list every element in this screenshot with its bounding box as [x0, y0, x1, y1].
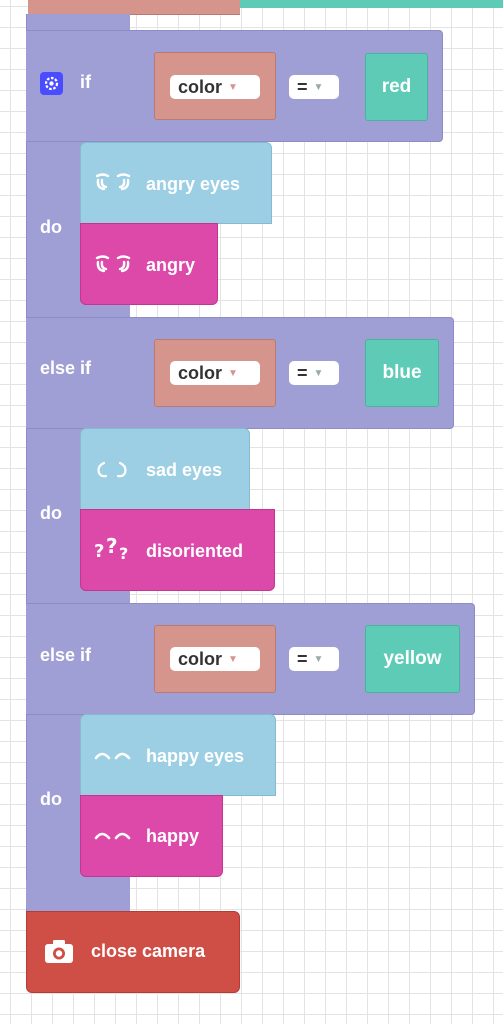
mood-label-1: angry: [146, 255, 196, 275]
operator-label-2: =: [297, 362, 308, 383]
dropdown-arrow-icon: ▼: [313, 367, 324, 379]
sad-eyes-icon: [94, 460, 132, 485]
operator-dropdown-2[interactable]: = ▼: [289, 361, 339, 385]
dropdown-arrow-icon: ▼: [228, 81, 238, 93]
if-block-bottom-bar: [26, 880, 130, 912]
svg-text:?: ?: [94, 541, 104, 562]
dropdown-arrow-icon: ▼: [313, 81, 324, 93]
dropdown-arrow-icon: ▼: [228, 653, 238, 665]
gear-icon[interactable]: [40, 72, 63, 95]
color-value-block-1[interactable]: red: [365, 53, 428, 121]
operator-label-1: =: [297, 76, 308, 97]
previous-block-edge: [28, 0, 240, 15]
operator-dropdown-1[interactable]: = ▼: [289, 75, 339, 99]
svg-text:?: ?: [106, 537, 118, 558]
mood-label-3: happy: [146, 826, 200, 846]
color-value-block-3[interactable]: yellow: [365, 625, 460, 693]
compare-left-dropdown-1[interactable]: color ▼: [170, 75, 260, 99]
eyes-label-3: happy eyes: [146, 746, 245, 766]
angry-face-icon: [94, 254, 132, 279]
operator-dropdown-3[interactable]: = ▼: [289, 647, 339, 671]
compare-left-label-3: color: [178, 648, 223, 669]
camera-icon: [44, 938, 74, 969]
color-value-label-3: yellow: [383, 648, 442, 669]
else-if-label-3: else if: [40, 645, 92, 665]
if-label: if: [80, 72, 91, 92]
do-label-2: do: [40, 503, 62, 523]
dropdown-arrow-icon: ▼: [228, 367, 238, 379]
compare-left-dropdown-3[interactable]: color ▼: [170, 647, 260, 671]
compare-left-label-1: color: [178, 76, 223, 97]
color-value-label-2: blue: [382, 362, 422, 383]
color-value-block-2[interactable]: blue: [365, 339, 439, 407]
eyes-label-1: angry eyes: [146, 174, 241, 194]
compare-left-label-2: color: [178, 362, 223, 383]
mood-label-2: disoriented: [146, 541, 244, 561]
do-label-1: do: [40, 217, 62, 237]
happy-eyes-icon: [94, 746, 132, 771]
do-label-3: do: [40, 789, 62, 809]
question-marks-icon: ???: [94, 534, 134, 568]
color-value-label-1: red: [381, 76, 412, 97]
eyes-label-2: sad eyes: [146, 460, 223, 480]
svg-text:?: ?: [119, 544, 128, 563]
dropdown-arrow-icon: ▼: [313, 653, 324, 665]
previous-literal-edge: [240, 0, 503, 8]
angry-eyes-icon: [94, 172, 132, 197]
close-camera-label: close camera: [91, 941, 206, 961]
operator-label-3: =: [297, 648, 308, 669]
compare-left-dropdown-2[interactable]: color ▼: [170, 361, 260, 385]
happy-face-icon: [94, 826, 132, 851]
else-if-label-2: else if: [40, 358, 92, 378]
